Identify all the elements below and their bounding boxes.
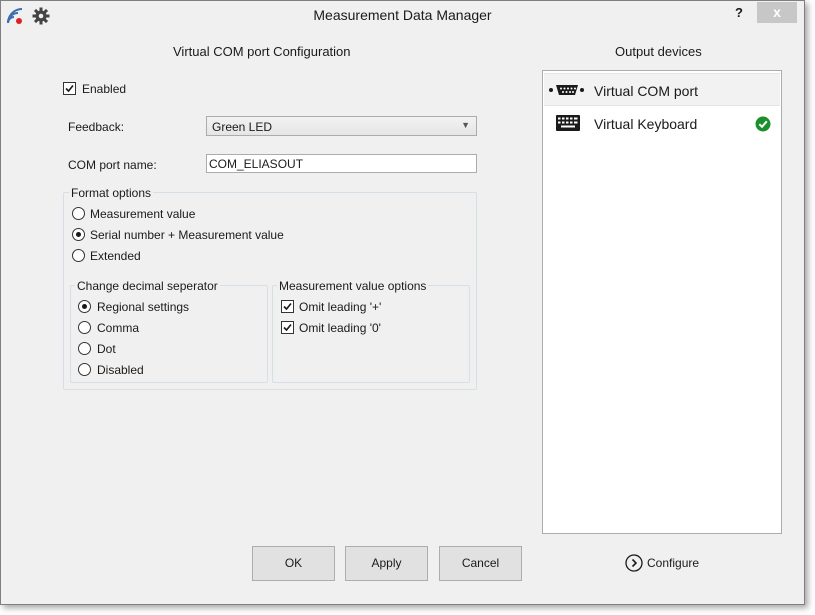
device-item-virtual-keyboard[interactable]: Virtual Keyboard xyxy=(544,107,780,140)
help-button[interactable]: ? xyxy=(729,3,749,23)
decimal-radio-regional[interactable] xyxy=(78,300,91,313)
window-title: Measurement Data Manager xyxy=(313,7,492,23)
format-label-measurement: Measurement value xyxy=(90,207,196,221)
feedback-dropdown[interactable]: Green LED ▼ xyxy=(206,116,477,136)
ok-button[interactable]: OK xyxy=(252,546,335,581)
omit-zero-checkbox[interactable] xyxy=(281,321,294,334)
decimal-radio-dot[interactable] xyxy=(78,342,91,355)
device-item-virtual-com-port[interactable]: Virtual COM port xyxy=(544,73,780,106)
com-name-label: COM port name: xyxy=(68,158,157,172)
output-devices-list: Virtual COM port Virtual Keyboard xyxy=(542,70,782,534)
format-radio-serial-measurement[interactable] xyxy=(72,228,85,241)
close-button[interactable]: x xyxy=(757,2,797,23)
com-name-input[interactable]: COM_ELIASOUT xyxy=(206,154,477,173)
omit-plus-label: Omit leading '+' xyxy=(299,300,382,314)
omit-plus-checkbox[interactable] xyxy=(281,300,294,313)
decimal-label-comma: Comma xyxy=(97,321,140,335)
apply-button[interactable]: Apply xyxy=(345,546,428,581)
decimal-radio-comma[interactable] xyxy=(78,321,91,334)
measurement-options-title: Measurement value options xyxy=(277,279,429,293)
chevron-down-icon: ▼ xyxy=(461,120,470,130)
decimal-label-dot: Dot xyxy=(97,342,116,356)
main-window: Measurement Data Manager ? x Virtual COM… xyxy=(0,0,805,605)
format-label-serial-measurement: Serial number + Measurement value xyxy=(90,228,284,242)
device-name: Virtual COM port xyxy=(594,83,698,99)
format-radio-measurement[interactable] xyxy=(72,207,85,220)
decimal-radio-disabled[interactable] xyxy=(78,363,91,376)
enabled-checkbox[interactable] xyxy=(63,82,76,95)
decimal-label-disabled: Disabled xyxy=(97,363,144,377)
format-options-title: Format options xyxy=(69,186,154,200)
decimal-label-regional: Regional settings xyxy=(97,300,190,314)
device-name: Virtual Keyboard xyxy=(594,116,698,132)
feedback-label: Feedback: xyxy=(68,120,125,134)
title-bar: Measurement Data Manager ? x xyxy=(1,1,804,31)
chevron-right-circle-icon xyxy=(625,554,643,575)
output-section-title: Output devices xyxy=(615,44,702,59)
enabled-label: Enabled xyxy=(82,82,127,96)
format-label-extended: Extended xyxy=(90,249,141,263)
config-section-title: Virtual COM port Configuration xyxy=(173,44,351,59)
feedback-value: Green LED xyxy=(212,120,273,134)
omit-zero-label: Omit leading '0' xyxy=(299,321,381,335)
com-name-value: COM_ELIASOUT xyxy=(209,157,304,171)
cancel-button[interactable]: Cancel xyxy=(439,546,522,581)
decimal-separator-title: Change decimal seperator xyxy=(75,279,220,293)
active-check-icon xyxy=(755,116,771,135)
format-radio-extended[interactable] xyxy=(72,249,85,262)
close-icon: x xyxy=(773,4,781,20)
configure-button[interactable]: Configure xyxy=(625,554,745,574)
configure-label: Configure xyxy=(647,556,700,570)
serial-port-icon xyxy=(548,82,584,101)
keyboard-icon xyxy=(556,115,580,134)
